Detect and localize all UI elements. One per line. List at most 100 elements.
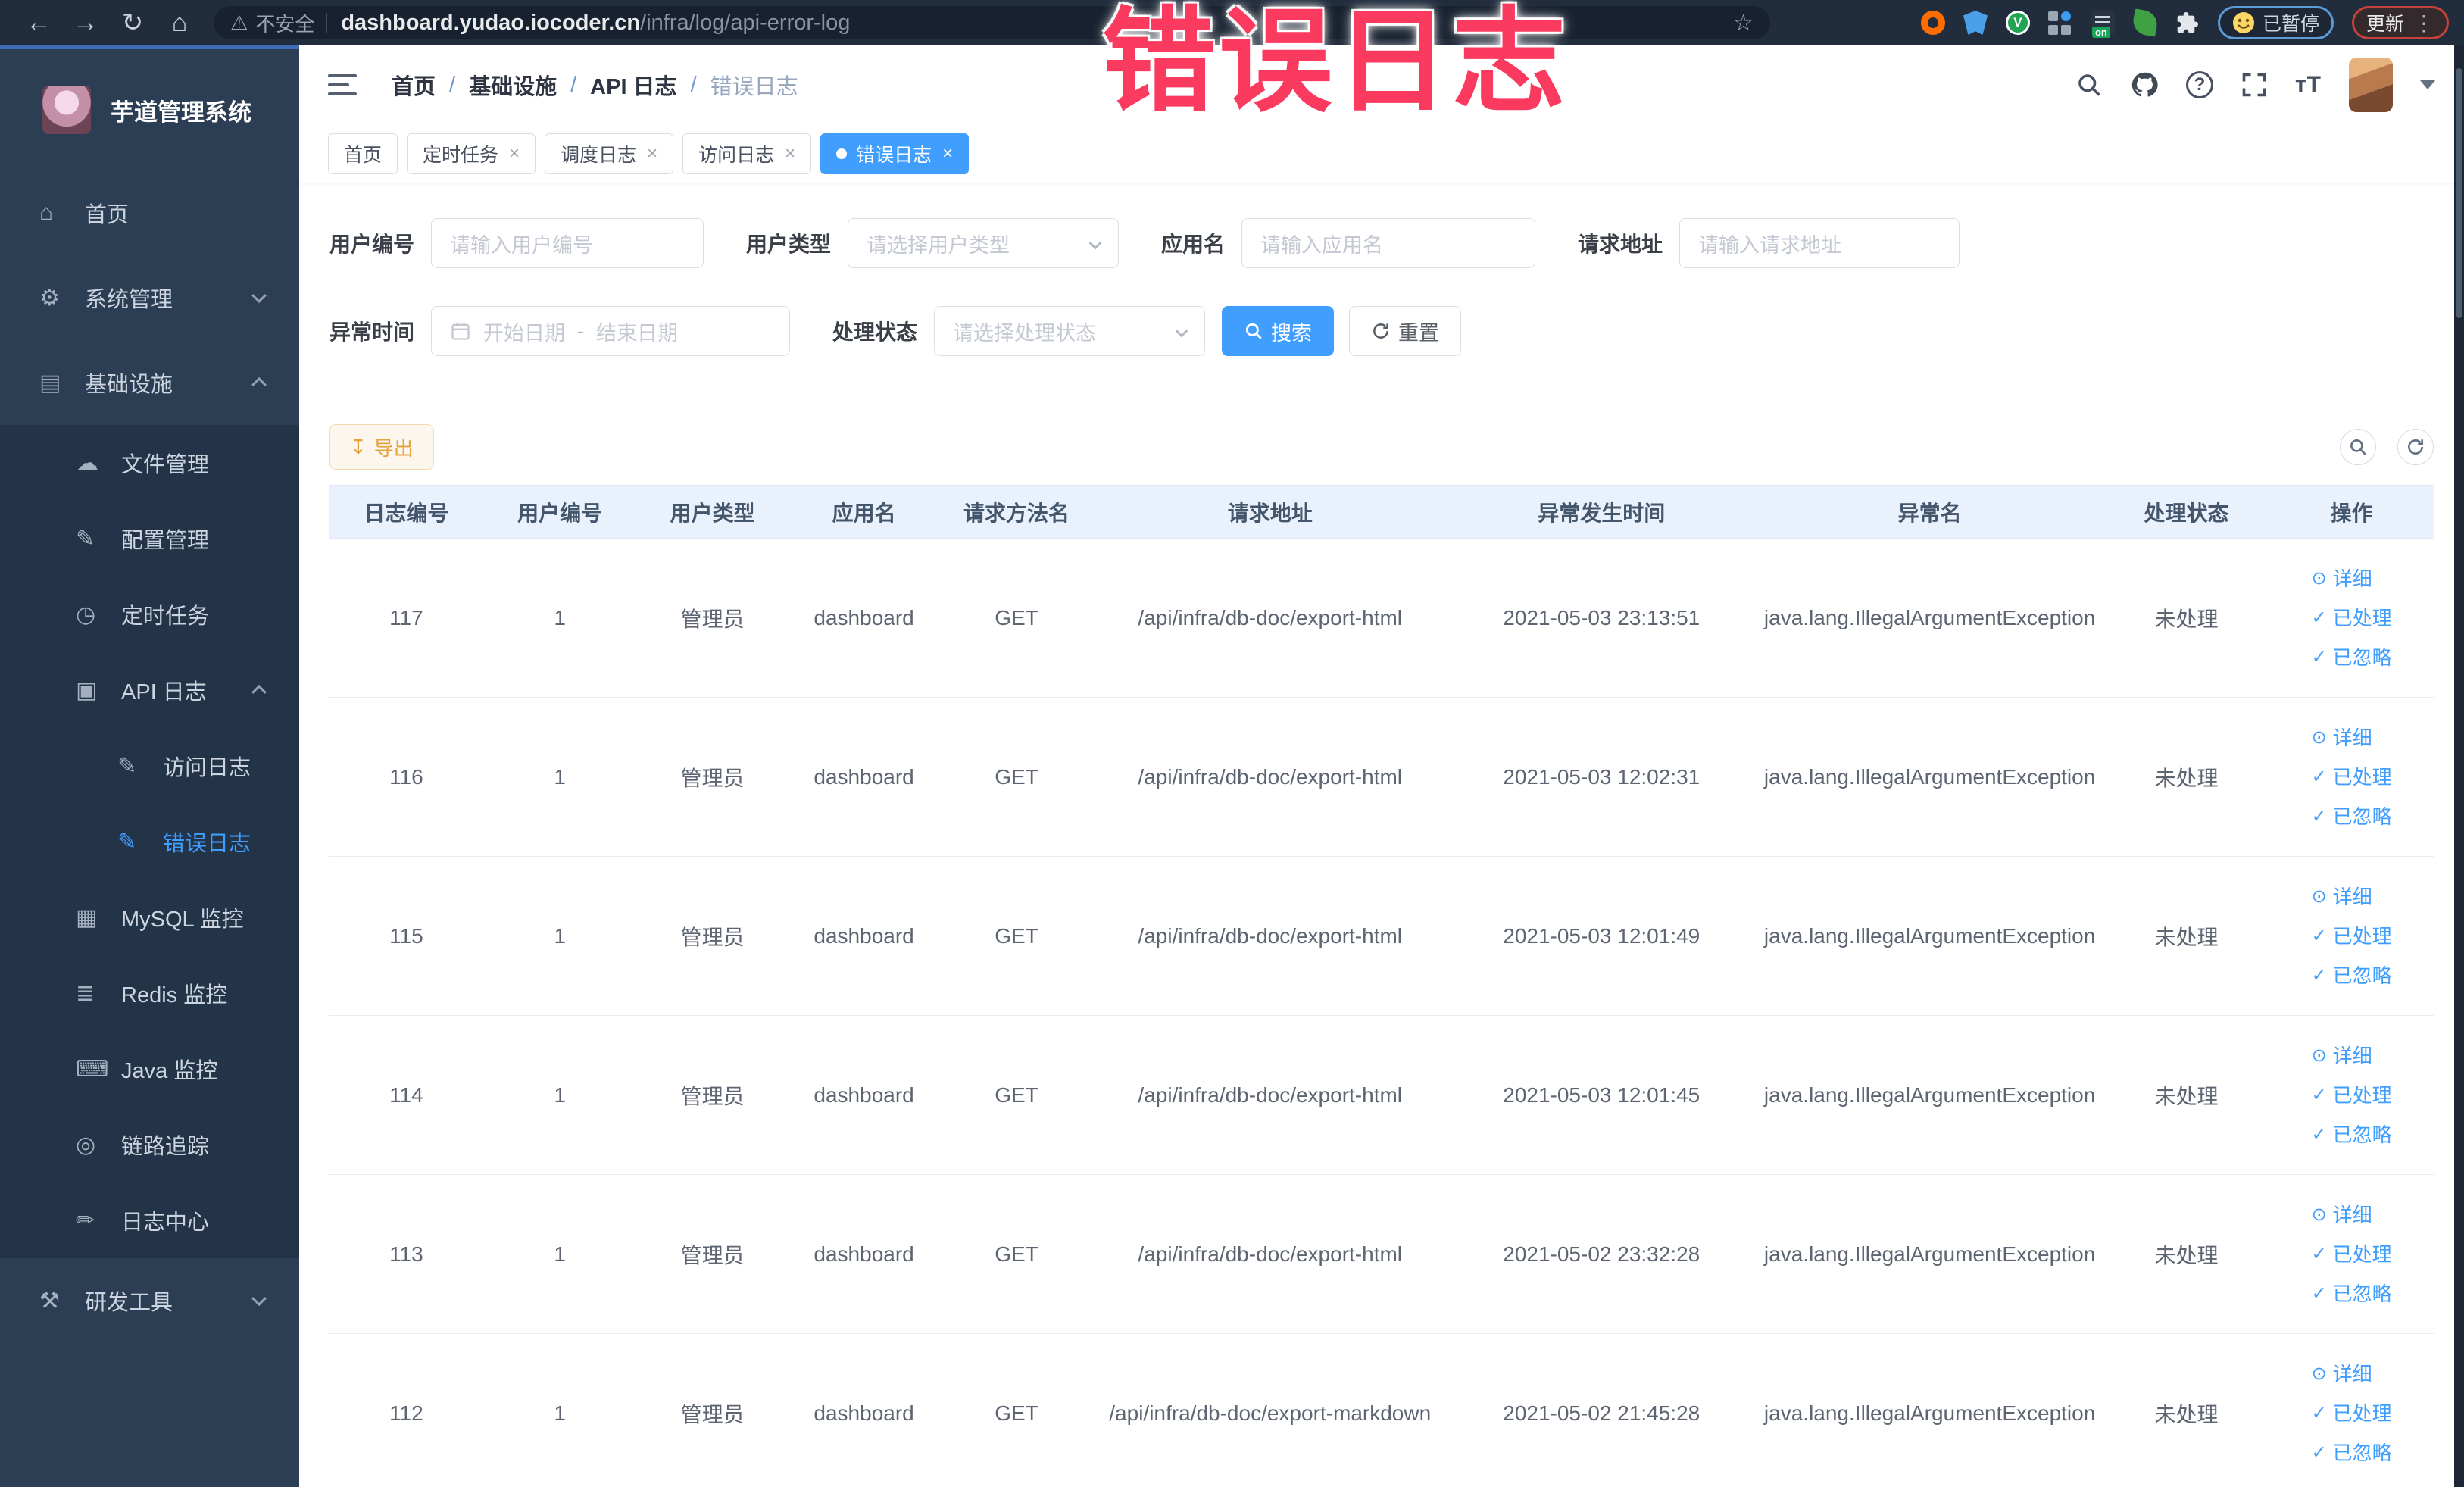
close-icon[interactable]: × [509, 143, 520, 164]
cell-user-id: 1 [482, 538, 637, 698]
action-processed-link[interactable]: ✓ 已处理 [2312, 1395, 2392, 1432]
refresh-table-button[interactable] [2397, 429, 2434, 465]
sidebar-item[interactable]: ☁ 文件管理 [0, 425, 299, 501]
url-text[interactable]: dashboard.yudao.iocoder.cn/infra/log/api… [341, 11, 850, 36]
browser-forward-icon[interactable]: → [62, 8, 109, 38]
action-ignored-link[interactable]: ✓ 已忽略 [2312, 798, 2392, 835]
tags-view-tab[interactable]: 首页 [328, 133, 398, 174]
action-ignored-link[interactable]: ✓ 已忽略 [2312, 957, 2392, 994]
app-name-input[interactable]: 请输入应用名 [1241, 218, 1536, 268]
action-processed-link[interactable]: ✓ 已处理 [2312, 759, 2392, 795]
sidebar-toggle-hamburger-icon[interactable] [328, 74, 357, 95]
close-icon[interactable]: × [942, 143, 953, 164]
action-ignored-link[interactable]: ✓ 已忽略 [2312, 1435, 2392, 1471]
ext-green-v-icon[interactable]: V [2005, 11, 2030, 35]
ext-onetab-icon[interactable]: on [2090, 11, 2115, 38]
browser-extensions-row: V on 已暂停 更新 ⋮ [1790, 6, 2449, 39]
action-detail-link[interactable]: ⊙ 详细 [2312, 1356, 2372, 1392]
user-type-select[interactable]: 请选择用户类型 [848, 218, 1120, 268]
action-processed-link[interactable]: ✓ 已处理 [2312, 600, 2392, 636]
fullscreen-icon[interactable] [2241, 71, 2268, 98]
sidebar-item[interactable]: ◷ 定时任务 [0, 576, 299, 652]
close-icon[interactable]: × [785, 143, 795, 164]
help-icon[interactable]: ? [2185, 71, 2213, 98]
reset-button[interactable]: 重置 [1349, 306, 1462, 356]
table-row: 116 1 管理员 dashboard GET /api/infra/db-do… [329, 697, 2434, 857]
action-processed-link[interactable]: ✓ 已处理 [2312, 1077, 2392, 1114]
browser-update-chip[interactable]: 更新 ⋮ [2351, 6, 2449, 39]
sidebar-item[interactable]: ◎ 链路追踪 [0, 1107, 299, 1182]
cell-user-type: 管理员 [636, 856, 789, 1016]
github-icon[interactable] [2130, 70, 2159, 99]
date-range-picker[interactable]: 开始日期 - 结束日期 [431, 306, 791, 356]
cell-request-url: /api/infra/db-doc/export-html [1093, 538, 1447, 698]
tags-view-tab[interactable]: 访问日志 × [682, 133, 812, 174]
action-ignored-link[interactable]: ✓ 已忽略 [2312, 1276, 2392, 1312]
sidebar-item[interactable]: ⚒ 研发工具 [0, 1258, 299, 1343]
bookmark-star-icon[interactable]: ☆ [1733, 10, 1754, 36]
filter-group-app-name: 应用名 请输入应用名 [1161, 218, 1536, 268]
browser-scrollbar[interactable] [2454, 45, 2464, 1487]
browser-back-icon[interactable]: ← [15, 8, 62, 38]
sidebar-item[interactable]: ✎ 访问日志 [0, 728, 299, 804]
sidebar-item[interactable]: ✎ 错误日志 [0, 804, 299, 879]
sidebar-item[interactable]: ✏ 日志中心 [0, 1182, 299, 1258]
sidebar-item[interactable]: ▤ 基础设施 [0, 340, 299, 425]
action-detail-link[interactable]: ⊙ 详细 [2312, 561, 2372, 597]
url-path: /infra/log/api-error-log [640, 10, 851, 35]
sidebar-item-label: MySQL 监控 [121, 908, 244, 932]
tags-view-tab[interactable]: 调度日志 × [545, 133, 674, 174]
breadcrumb-item[interactable]: API 日志 [590, 69, 676, 101]
font-size-icon[interactable]: ᴛT [2295, 72, 2322, 98]
action-detail-link[interactable]: ⊙ 详细 [2312, 1038, 2372, 1074]
action-detail-link[interactable]: ⊙ 详细 [2312, 1197, 2372, 1233]
search-icon[interactable] [2075, 71, 2103, 98]
breadcrumb-item[interactable]: 首页 [392, 69, 436, 101]
request-url-input[interactable]: 请输入请求地址 [1679, 218, 1960, 268]
ext-grid-icon[interactable] [2047, 11, 2072, 35]
cell-user-type: 管理员 [636, 1174, 789, 1334]
search-button[interactable]: 搜索 [1222, 306, 1335, 356]
process-status-select[interactable]: 请选择处理状态 [934, 306, 1206, 356]
ext-leaf-icon[interactable] [2131, 8, 2160, 37]
user-id-input[interactable]: 请输入用户编号 [431, 218, 704, 268]
action-detail-link[interactable]: ⊙ 详细 [2312, 879, 2372, 915]
action-processed-link[interactable]: ✓ 已处理 [2312, 1236, 2392, 1273]
ext-orange-icon[interactable] [1920, 11, 1945, 35]
sidebar-item[interactable]: ≣ Redis 监控 [0, 955, 299, 1031]
sidebar-item[interactable]: ⚙ 系统管理 [0, 255, 299, 340]
sidebar-item[interactable]: ✎ 配置管理 [0, 501, 299, 576]
sidebar-logo-row[interactable]: 芋道管理系统 [0, 49, 299, 170]
action-ignored-link[interactable]: ✓ 已忽略 [2312, 639, 2392, 676]
tags-view-tab[interactable]: 错误日志 × [820, 133, 970, 174]
avatar-caret-down-icon[interactable] [2420, 80, 2435, 89]
sidebar-item[interactable]: ⌂ 首页 [0, 170, 299, 255]
not-secure-label[interactable]: 不安全 [255, 9, 314, 37]
column-header: 应用名 [788, 485, 940, 539]
browser-home-icon[interactable]: ⌂ [156, 8, 203, 38]
sidebar-item[interactable]: ▦ MySQL 监控 [0, 879, 299, 955]
user-avatar[interactable] [2349, 58, 2393, 112]
profile-paused-chip[interactable]: 已暂停 [2217, 6, 2334, 39]
action-processed-link[interactable]: ✓ 已处理 [2312, 918, 2392, 954]
breadcrumb-item[interactable]: 基础设施 [469, 69, 557, 101]
extensions-puzzle-icon[interactable] [2175, 11, 2200, 35]
toggle-search-button[interactable] [2340, 429, 2376, 465]
sidebar-item[interactable]: ⌨ Java 监控 [0, 1031, 299, 1107]
cell-user-id: 1 [482, 856, 637, 1016]
action-detail-link[interactable]: ⊙ 详细 [2312, 720, 2372, 756]
scrollbar-thumb[interactable] [2456, 68, 2462, 318]
breadcrumb-item[interactable]: 错误日志 [710, 69, 798, 101]
action-ignored-link[interactable]: ✓ 已忽略 [2312, 1117, 2392, 1153]
check-icon: ✓ [2311, 766, 2327, 787]
tags-view-tab[interactable]: 定时任务 × [407, 133, 536, 174]
ext-shield-icon[interactable] [1963, 11, 1988, 35]
browser-menu-kebab-icon[interactable]: ⋮ [2413, 11, 2434, 36]
cell-method: GET [939, 856, 1094, 1016]
sidebar-item[interactable]: ▣ API 日志 [0, 652, 299, 728]
chevron-down-icon [251, 1291, 267, 1315]
cell-method: GET [939, 697, 1094, 857]
export-button[interactable]: ↧ 导出 [329, 424, 434, 470]
browser-reload-icon[interactable]: ↻ [109, 8, 156, 38]
close-icon[interactable]: × [647, 143, 657, 164]
